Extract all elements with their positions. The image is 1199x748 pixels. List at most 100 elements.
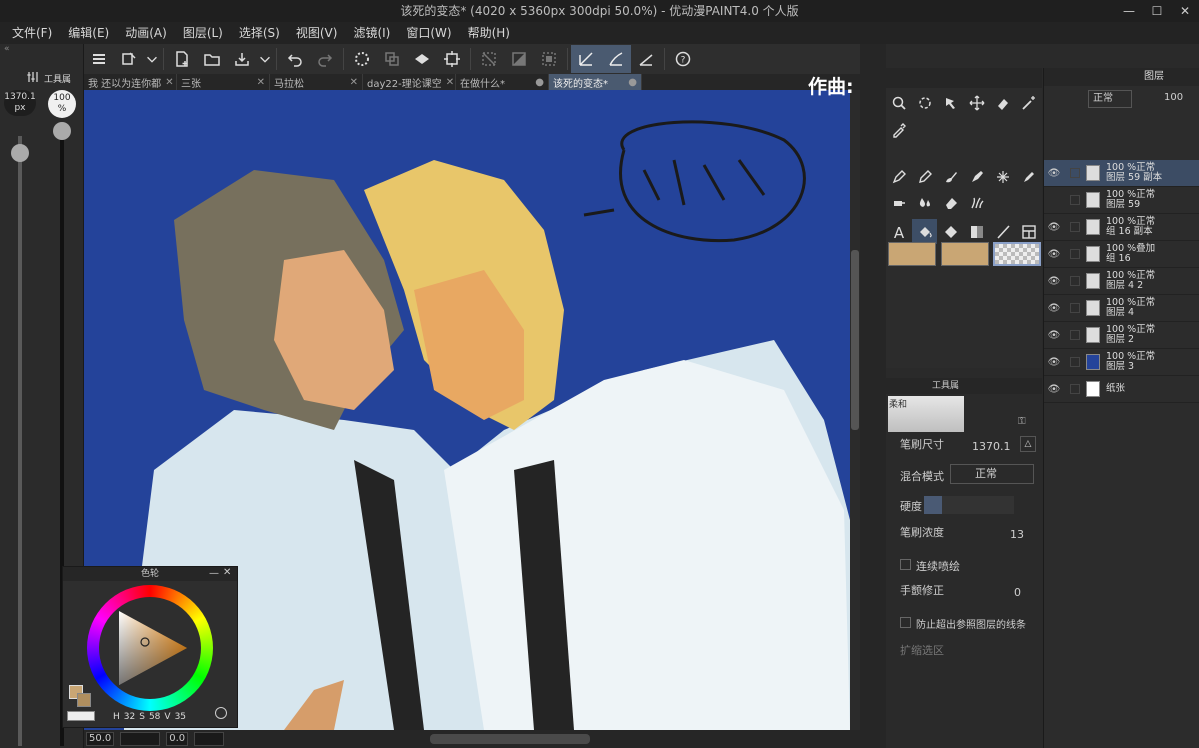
brush-size-slider-handle[interactable]: [11, 144, 29, 162]
paint-bucket-icon[interactable]: [938, 219, 963, 244]
close-button[interactable]: ✕: [1171, 0, 1199, 22]
eraser-icon[interactable]: [938, 190, 963, 215]
pressure-icon[interactable]: △: [1020, 436, 1036, 452]
layer-item[interactable]: 👁 100 %正常 图层 4: [1044, 295, 1199, 322]
layer-copy-icon[interactable]: [377, 45, 407, 73]
menu-layer[interactable]: 图层(L): [175, 22, 231, 44]
continuous-checkbox[interactable]: [900, 559, 911, 570]
eye-icon[interactable]: 👁: [1044, 357, 1064, 368]
frame-icon[interactable]: [1016, 219, 1041, 244]
menu-edit[interactable]: 编辑(E): [60, 22, 117, 44]
minimize-button[interactable]: —: [1115, 0, 1143, 22]
canvas-vertical-scrollbar[interactable]: [850, 90, 860, 730]
opacity-indicator[interactable]: 100 %: [48, 90, 76, 118]
close-icon[interactable]: ✕: [165, 77, 173, 88]
object-icon[interactable]: [938, 90, 963, 115]
marker-icon[interactable]: [1016, 164, 1041, 189]
doc-tab[interactable]: 在做什么* ●: [456, 74, 549, 90]
menu-select[interactable]: 选择(S): [231, 22, 288, 44]
scrollbar-thumb[interactable]: [851, 250, 859, 430]
maximize-button[interactable]: ☐: [1143, 0, 1171, 22]
ink-brush-icon[interactable]: [964, 164, 989, 189]
horizontal-scrollbar[interactable]: [430, 734, 591, 744]
menu-icon[interactable]: [84, 45, 114, 73]
close-icon[interactable]: ✕: [350, 77, 358, 88]
unsaved-dot-icon[interactable]: ●: [628, 77, 637, 88]
layer-lock-box[interactable]: [1070, 276, 1080, 286]
layer-lock-box[interactable]: [1070, 384, 1080, 394]
color-swatch[interactable]: [941, 242, 989, 266]
opacity-slider-handle[interactable]: [53, 122, 71, 140]
hue-ring[interactable]: [87, 585, 213, 711]
layer-blend-select[interactable]: 正常: [1088, 90, 1132, 108]
layer-tab-label[interactable]: 图层: [1144, 71, 1164, 82]
stabilization-field[interactable]: 0: [1014, 586, 1021, 599]
pencil-icon[interactable]: [912, 164, 937, 189]
sub-color-swatch[interactable]: [77, 693, 91, 707]
angle-field[interactable]: 0.0: [166, 732, 189, 746]
fill-icon[interactable]: [407, 45, 437, 73]
unsaved-dot-icon[interactable]: ●: [535, 77, 544, 88]
chevron-down-icon[interactable]: [257, 45, 273, 73]
color-swatch[interactable]: [888, 242, 936, 266]
panel-tab-label[interactable]: 工具属: [44, 72, 71, 85]
rotate-icon[interactable]: [912, 90, 937, 115]
sv-triangle[interactable]: [107, 605, 193, 691]
eye-icon[interactable]: 👁: [1044, 276, 1064, 287]
layer-lock-box[interactable]: [1070, 222, 1080, 232]
invert-selection-icon[interactable]: [504, 45, 534, 73]
eye-icon[interactable]: 👁: [1044, 222, 1064, 233]
color-mode-icon[interactable]: [215, 707, 227, 719]
zoom-slider[interactable]: [120, 732, 161, 746]
eye-icon[interactable]: 👁: [1044, 330, 1064, 341]
menu-help[interactable]: 帮助(H): [460, 22, 518, 44]
density-field[interactable]: 13: [1010, 528, 1024, 541]
layer-item[interactable]: 👁 100 %正常 图层 2: [1044, 322, 1199, 349]
menu-animation[interactable]: 动画(A): [117, 22, 175, 44]
open-file-icon[interactable]: [197, 45, 227, 73]
transform-icon[interactable]: [437, 45, 467, 73]
layer-item-paper[interactable]: 👁 纸张: [1044, 376, 1199, 403]
eye-icon[interactable]: 👁: [1044, 249, 1064, 260]
brush-size-field[interactable]: 1370.1: [972, 440, 1011, 453]
layer-item[interactable]: 👁 100 %正常 图层 3: [1044, 349, 1199, 376]
blend-mode-select[interactable]: 正常: [950, 464, 1034, 484]
layer-item[interactable]: 👁 100 %正常 图层 4 2: [1044, 268, 1199, 295]
special-ruler-icon[interactable]: [601, 45, 631, 73]
angle-slider[interactable]: [194, 732, 225, 746]
layer-item[interactable]: 👁 100 %叠加组 16: [1044, 241, 1199, 268]
gradient-icon[interactable]: [964, 219, 989, 244]
brush-icon[interactable]: [938, 164, 963, 189]
transparent-color-swatch[interactable]: [67, 711, 95, 721]
deselect-icon[interactable]: [474, 45, 504, 73]
grid-snap-icon[interactable]: [631, 45, 661, 73]
tool-property-icon[interactable]: [26, 70, 40, 84]
airbrush-icon[interactable]: [886, 190, 911, 215]
doc-tab[interactable]: 三张 ✕: [177, 74, 270, 90]
save-icon[interactable]: [227, 45, 257, 73]
menu-file[interactable]: 文件(F): [4, 22, 60, 44]
minimize-icon[interactable]: —: [209, 568, 219, 579]
move-icon[interactable]: [964, 90, 989, 115]
new-file-icon[interactable]: [167, 45, 197, 73]
eraser-select-icon[interactable]: [990, 90, 1015, 115]
eyedropper-icon[interactable]: [886, 117, 911, 142]
undo-icon[interactable]: [280, 45, 310, 73]
line-icon[interactable]: [990, 219, 1015, 244]
blend-icon[interactable]: [964, 190, 989, 215]
quick-access-icon[interactable]: [114, 45, 144, 73]
panel-splitter[interactable]: [860, 44, 886, 748]
layer-opacity-value[interactable]: 100: [1164, 92, 1183, 103]
menu-window[interactable]: 窗口(W): [398, 22, 459, 44]
chevron-down-icon[interactable]: [144, 45, 160, 73]
loading-icon[interactable]: [347, 45, 377, 73]
layer-item[interactable]: 100 %正常 图层 59: [1044, 187, 1199, 214]
pen-icon[interactable]: [886, 164, 911, 189]
lock-icon[interactable]: ⚿: [1018, 416, 1026, 427]
ruler-snap-icon[interactable]: [571, 45, 601, 73]
text-icon[interactable]: A: [886, 219, 911, 244]
help-icon[interactable]: ?: [668, 45, 698, 73]
layer-lock-box[interactable]: [1070, 195, 1080, 205]
fill-bucket-icon[interactable]: [912, 219, 937, 244]
layer-lock-box[interactable]: [1070, 357, 1080, 367]
